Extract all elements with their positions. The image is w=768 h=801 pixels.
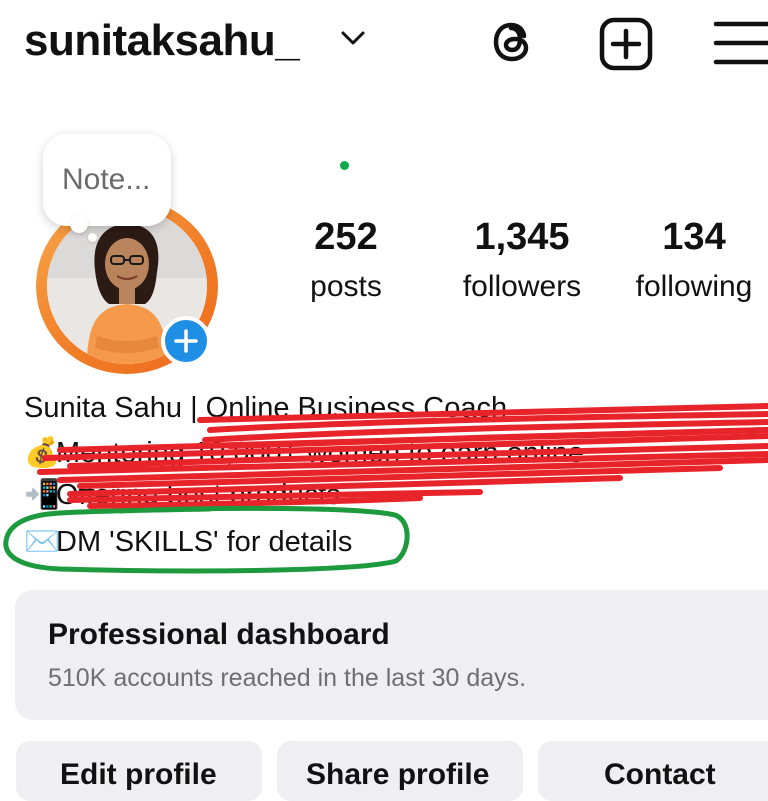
bio-line-1-text: Mentoring 10,000+ women to earn online	[56, 437, 584, 469]
mobile-phone-icon: 📲	[24, 479, 61, 511]
chevron-down-icon[interactable]	[340, 28, 366, 48]
followers-label[interactable]: followers	[440, 270, 604, 304]
note-bubble-tail-small	[88, 233, 97, 242]
posts-label[interactable]: posts	[296, 270, 396, 304]
following-count[interactable]: 134	[620, 216, 768, 259]
following-label[interactable]: following	[620, 270, 768, 304]
bio-line-2-text: Offering best products	[56, 479, 341, 511]
contact-label: Contact	[604, 758, 716, 791]
dashboard-subtitle: 510K accounts reached in the last 30 day…	[48, 664, 527, 692]
followers-count[interactable]: 1,345	[440, 216, 604, 259]
threads-icon[interactable]	[488, 16, 540, 68]
note-bubble-tail	[70, 215, 88, 233]
professional-dashboard-card[interactable]	[15, 590, 768, 720]
posts-count[interactable]: 252	[296, 216, 396, 259]
share-profile-label: Share profile	[306, 758, 490, 791]
dashboard-title: Professional dashboard	[48, 618, 390, 651]
profile-username[interactable]: sunitaksahu_	[24, 16, 300, 66]
add-story-button[interactable]	[161, 316, 211, 366]
bio-title: Online Business Coach	[205, 392, 508, 424]
bio-name: Sunita Sahu | Online Business Coach	[24, 392, 507, 425]
activity-status-dot	[340, 161, 349, 170]
bio-display-name: Sunita Sahu |	[24, 392, 206, 424]
add-post-icon[interactable]	[598, 16, 654, 72]
envelope-icon: ✉️	[24, 526, 61, 558]
plus-icon	[174, 329, 198, 353]
bio-line-dm: ✉️DM 'SKILLS' for details	[24, 525, 352, 559]
bio-line-3-text: DM 'SKILLS' for details	[56, 526, 353, 558]
bio-line-offering: 📲Offering best products	[24, 478, 341, 512]
bio-line-mentoring: 💰Mentoring 10,000+ women to earn online	[24, 436, 584, 470]
hamburger-menu-icon[interactable]	[712, 18, 768, 68]
edit-profile-label: Edit profile	[60, 758, 217, 791]
money-bag-icon: 💰	[24, 437, 61, 469]
note-placeholder: Note...	[62, 163, 151, 196]
